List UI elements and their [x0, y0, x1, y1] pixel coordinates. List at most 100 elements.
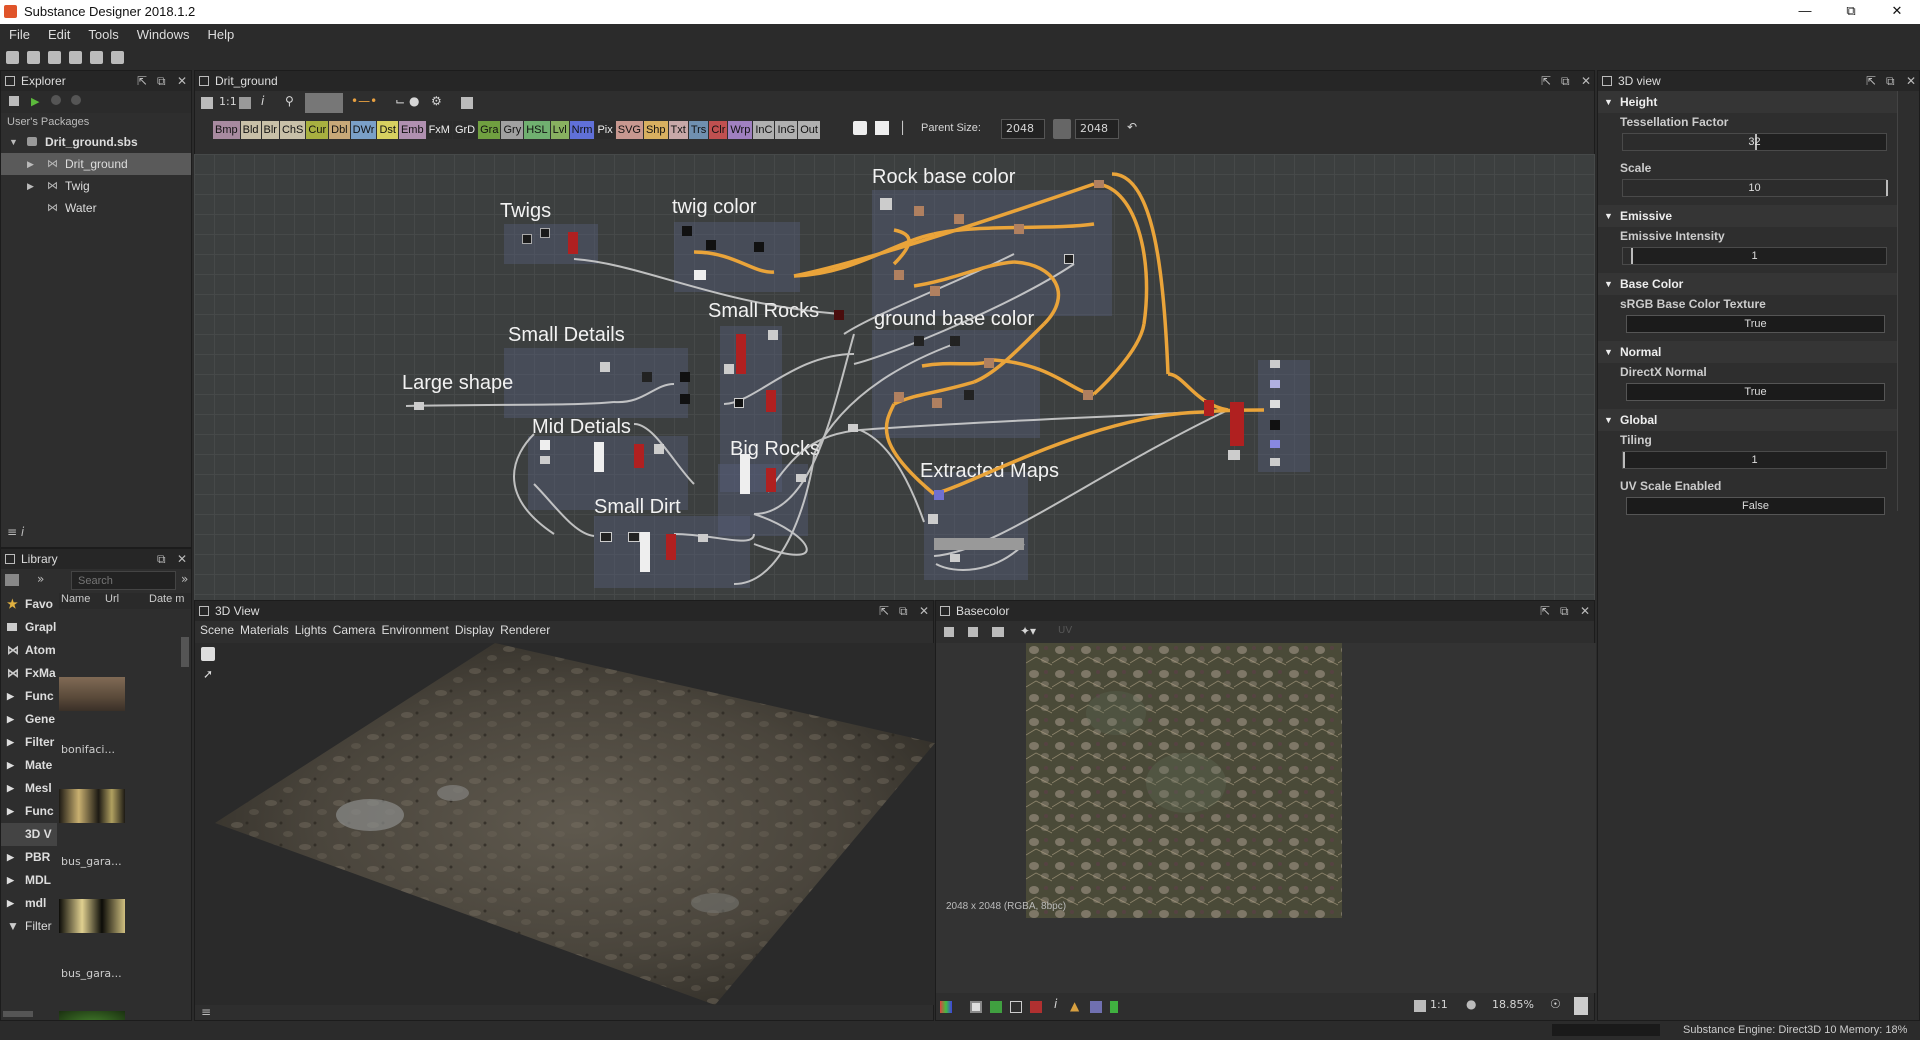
- graph-node[interactable]: [932, 398, 942, 408]
- save-icon[interactable]: [48, 51, 61, 64]
- output-node[interactable]: [1270, 420, 1280, 430]
- graph-node[interactable]: [568, 232, 578, 254]
- collapse-icon[interactable]: ▼: [1604, 205, 1613, 227]
- graph-node[interactable]: [914, 336, 924, 346]
- expand-icon[interactable]: ▶: [7, 685, 14, 708]
- graph-canvas[interactable]: Twigs twig color Rock base color Small D…: [194, 154, 1595, 600]
- graph-node[interactable]: [522, 234, 532, 244]
- menu-materials[interactable]: Materials: [237, 621, 292, 639]
- panel-close-icon[interactable]: ✕: [177, 549, 187, 569]
- col-name[interactable]: Name: [61, 593, 90, 605]
- collapse-icon[interactable]: ▼: [1604, 273, 1613, 295]
- node-chip[interactable]: Nrm: [569, 121, 595, 139]
- expand-icon[interactable]: ▶: [7, 869, 14, 892]
- histogram-icon[interactable]: ▲: [1070, 999, 1079, 1013]
- graph-node[interactable]: [628, 532, 640, 542]
- graph-node[interactable]: [600, 362, 610, 372]
- float-icon[interactable]: ⧉: [1561, 71, 1570, 91]
- redo-icon[interactable]: [111, 51, 124, 64]
- float-icon[interactable]: ⧉: [157, 549, 166, 569]
- menu-lights[interactable]: Lights: [292, 621, 330, 639]
- prop-slider[interactable]: 1: [1622, 247, 1887, 265]
- graph-node[interactable]: [914, 206, 924, 216]
- graph-node[interactable]: [1014, 224, 1024, 234]
- menu-edit[interactable]: Edit: [39, 24, 79, 45]
- menu-scene[interactable]: Scene: [197, 621, 237, 639]
- pin-icon[interactable]: ⇱: [137, 71, 147, 91]
- prop-toggle[interactable]: True: [1626, 315, 1885, 333]
- lib-cat[interactable]: ▶ Gene: [1, 708, 57, 731]
- prop-slider[interactable]: 10: [1622, 179, 1888, 197]
- node-chip[interactable]: FxM: [426, 121, 452, 139]
- menu-tools[interactable]: Tools: [79, 24, 127, 45]
- more-icon[interactable]: »: [181, 572, 188, 586]
- node-chip[interactable]: Dst: [377, 121, 398, 139]
- play-icon[interactable]: ▶: [31, 95, 39, 108]
- node-chip[interactable]: Lvl: [550, 121, 569, 139]
- library-hscrollbar[interactable]: [3, 1011, 33, 1017]
- expand-icon[interactable]: ▶: [7, 800, 14, 823]
- lock-icon[interactable]: [1574, 997, 1588, 1015]
- output-node[interactable]: [1270, 360, 1280, 368]
- new-package-icon[interactable]: [9, 96, 19, 106]
- pin-icon[interactable]: ⇱: [1866, 71, 1876, 91]
- lib-cat[interactable]: 3D V: [1, 823, 57, 846]
- search-icon[interactable]: ⚲: [285, 94, 294, 108]
- graph-node[interactable]: [964, 390, 974, 400]
- prop-section-header[interactable]: ▼ Normal: [1598, 341, 1897, 363]
- expand-icon[interactable]: ▶: [7, 731, 14, 754]
- lib-cat[interactable]: ▶ mdl: [1, 892, 57, 915]
- float-icon[interactable]: ⧉: [899, 601, 908, 621]
- graph-node[interactable]: [1064, 254, 1074, 264]
- 2d-viewport[interactable]: 2048 x 2048 (RGBA, 8bpc): [936, 643, 1596, 993]
- menu-camera[interactable]: Camera: [330, 621, 379, 639]
- graph-node[interactable]: [640, 532, 650, 572]
- graph-node[interactable]: [894, 270, 904, 280]
- library-scrollbar[interactable]: [181, 637, 189, 667]
- node-chip[interactable]: Cur: [306, 121, 329, 139]
- node-chip[interactable]: Clr: [709, 121, 728, 139]
- export-icon[interactable]: [71, 95, 81, 105]
- node-chip[interactable]: Bmp: [213, 121, 240, 139]
- copy-image-icon[interactable]: [992, 627, 1004, 637]
- screenshot-icon[interactable]: [461, 97, 473, 109]
- camera-tool-icon[interactable]: [201, 647, 215, 661]
- prop-section-header[interactable]: ▼ Height: [1598, 91, 1897, 113]
- tile-icon[interactable]: [1030, 1001, 1042, 1013]
- graph-node[interactable]: [736, 334, 746, 374]
- node-chip[interactable]: Trs: [688, 121, 709, 139]
- node-chip[interactable]: SVG: [615, 121, 643, 139]
- lib-cat[interactable]: ⋈ FxMa: [1, 662, 57, 685]
- expand-icon[interactable]: ▶: [7, 708, 14, 731]
- prop-toggle[interactable]: False: [1626, 497, 1885, 515]
- graph-node[interactable]: [950, 554, 960, 562]
- display-icon[interactable]: [239, 97, 251, 109]
- maximize-button[interactable]: ⧉: [1828, 0, 1874, 24]
- graph-node[interactable]: [540, 456, 550, 464]
- collapse-icon[interactable]: ▼: [9, 131, 18, 153]
- expand-icon[interactable]: ▶: [27, 175, 34, 197]
- graph-node[interactable]: [682, 226, 692, 236]
- node-chip[interactable]: ChS: [279, 121, 306, 139]
- link-size-icon[interactable]: [1053, 119, 1071, 139]
- lib-cat[interactable]: ▶ PBR: [1, 846, 57, 869]
- lib-cat[interactable]: ▶ Func: [1, 685, 57, 708]
- float-icon[interactable]: ⧉: [1886, 71, 1895, 91]
- tree-view-icon[interactable]: ≡ i: [7, 525, 24, 539]
- output-size-select[interactable]: 2048: [1075, 119, 1119, 139]
- color-icon[interactable]: [990, 1001, 1002, 1013]
- graph-node[interactable]: [634, 444, 644, 468]
- tree-package[interactable]: ▼ Drit_ground.sbs: [1, 131, 191, 153]
- output-node[interactable]: [1270, 440, 1280, 448]
- hdr-thumbnail[interactable]: [59, 899, 125, 933]
- graph-node[interactable]: [766, 390, 776, 412]
- hdr-thumbnail[interactable]: [59, 677, 125, 711]
- info-icon[interactable]: i: [261, 94, 264, 108]
- node-chip[interactable]: InG: [775, 121, 798, 139]
- node-chip[interactable]: Dbl: [329, 121, 350, 139]
- graph-node[interactable]: [414, 402, 424, 410]
- pin-node-icon[interactable]: │: [899, 121, 906, 135]
- graph-node[interactable]: [934, 490, 944, 500]
- export-image-icon[interactable]: [968, 627, 978, 637]
- expand-icon[interactable]: ▶: [7, 892, 14, 915]
